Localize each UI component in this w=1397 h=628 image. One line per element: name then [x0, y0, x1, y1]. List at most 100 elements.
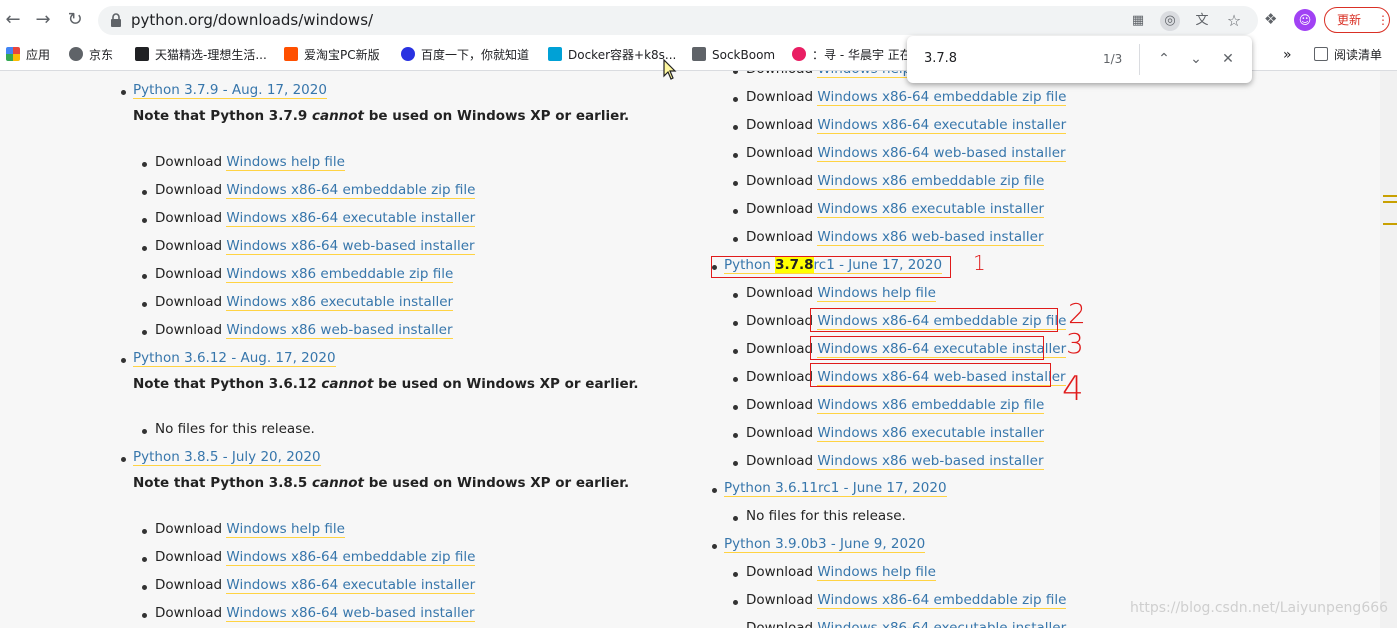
download-link[interactable]: Windows x86 web-based installer: [817, 453, 1044, 470]
release-link[interactable]: Python 3.9.0b3 - June 9, 2020: [724, 536, 926, 553]
bookmark-music[interactable]: ：寻 - 华晨宇 正在: [792, 45, 912, 65]
download-prefix: Download: [746, 173, 818, 189]
download-link[interactable]: Windows help file: [226, 154, 345, 171]
download-prefix: Download: [746, 313, 818, 329]
download-link[interactable]: Windows x86-64 embeddable zip file: [817, 89, 1067, 106]
find-next-button[interactable]: ⌄: [1185, 48, 1207, 70]
translate-icon[interactable]: 文: [1192, 11, 1212, 31]
download-link[interactable]: Windows x86 web-based installer: [226, 322, 453, 339]
annotation-number: 3: [1066, 327, 1084, 360]
download-prefix: Download: [746, 564, 818, 580]
find-previous-button[interactable]: ⌃: [1153, 48, 1175, 70]
bookmark-docker[interactable]: Docker容器+k8s...: [548, 45, 676, 65]
release-title: Python 3.9.0b3 - June 9, 2020: [711, 536, 926, 553]
release-link[interactable]: Python 3.7.9 - Aug. 17, 2020: [133, 82, 327, 99]
bookmark-sockboom[interactable]: SockBoom: [692, 45, 775, 65]
find-match-count: 1/3: [1103, 52, 1123, 66]
apps-grid-icon: [6, 47, 20, 61]
note-text: Note that Python 3.6.12: [133, 376, 322, 392]
download-prefix: Download: [746, 117, 818, 133]
download-link[interactable]: Windows x86-64 executable installer: [226, 577, 476, 594]
download-item: Download Windows x86 executable installe…: [732, 425, 1045, 442]
download-prefix: Download: [746, 620, 818, 628]
download-prefix: Download: [155, 322, 227, 338]
bookmark-star-icon[interactable]: ☆: [1224, 11, 1244, 31]
release-link[interactable]: Python 3.8.5 - July 20, 2020: [133, 449, 321, 466]
qr-code-icon[interactable]: ▦: [1128, 11, 1148, 31]
download-link[interactable]: Windows x86-64 web-based installer: [817, 145, 1066, 162]
note-emphasis: cannot: [321, 376, 374, 392]
download-prefix: Download: [746, 369, 818, 385]
bookmark-apps[interactable]: 应用: [6, 45, 50, 65]
find-in-page-icon[interactable]: ◎: [1160, 11, 1180, 31]
release-link[interactable]: Python 3.6.11rc1 - June 17, 2020: [724, 480, 947, 497]
annotation-box-1: [711, 256, 951, 278]
download-link[interactable]: Windows x86-64 embeddable zip file: [226, 549, 476, 566]
download-item: Download Windows help file: [142, 521, 345, 538]
bookmark-label: Docker容器+k8s...: [568, 48, 677, 62]
download-link[interactable]: Windows x86-64 embeddable zip file: [817, 592, 1067, 609]
scrollbar-find-marker: [1383, 201, 1397, 203]
download-link[interactable]: Windows x86-64 executable installer: [817, 620, 1067, 628]
download-prefix: Download: [746, 145, 818, 161]
download-prefix: Download: [746, 285, 818, 301]
profile-avatar[interactable]: ☺: [1294, 9, 1316, 31]
more-bookmarks-button[interactable]: »: [1283, 45, 1292, 65]
download-link[interactable]: Windows help file: [817, 564, 936, 581]
lock-icon: [111, 13, 121, 27]
download-prefix: Download: [155, 266, 227, 282]
address-bar[interactable]: python.org/downloads/windows/ ▦ ◎ 文 ☆: [98, 6, 1258, 35]
download-link[interactable]: Windows x86-64 web-based installer: [226, 605, 475, 622]
download-link[interactable]: Windows x86 executable installer: [226, 294, 454, 311]
download-prefix: Download: [746, 89, 818, 105]
download-link[interactable]: Windows x86-64 executable installer: [226, 210, 476, 227]
download-prefix: Download: [746, 201, 818, 217]
find-divider: [1139, 44, 1140, 75]
download-prefix: Download: [155, 182, 227, 198]
download-prefix: Download: [746, 397, 818, 413]
bookmark-baidu[interactable]: 百度一下，你就知道: [401, 45, 529, 65]
download-item: Download Windows x86-64 embeddable zip f…: [141, 182, 476, 199]
reload-button[interactable]: ↻: [63, 8, 87, 32]
update-button[interactable]: 更新 ⋮: [1324, 7, 1390, 33]
forward-button[interactable]: →: [31, 8, 55, 32]
more-menu-icon: ⋮: [1377, 13, 1389, 27]
bookmark-label: 应用: [26, 48, 51, 62]
back-button[interactable]: ←: [1, 8, 25, 32]
download-item: Download Windows x86-64 executable insta…: [746, 620, 1067, 628]
download-prefix: Download: [746, 71, 817, 77]
download-link[interactable]: Windows x86 executable installer: [817, 425, 1045, 442]
download-link[interactable]: Windows x86 web-based installer: [817, 229, 1044, 246]
download-link[interactable]: Windows x86-64 web-based installer: [226, 238, 475, 255]
note-text: be used on Windows XP or earlier.: [364, 108, 630, 124]
download-link[interactable]: Windows x86 embeddable zip file: [817, 397, 1045, 414]
download-link[interactable]: Windows x86 embeddable zip file: [226, 266, 454, 283]
download-prefix: Download: [746, 592, 818, 608]
bookmark-label: SockBoom: [712, 48, 776, 62]
download-link[interactable]: Windows x86 executable installer: [817, 201, 1045, 218]
find-input[interactable]: 3.7.8: [924, 51, 957, 66]
release-link[interactable]: Python 3.6.12 - Aug. 17, 2020: [133, 350, 336, 367]
find-close-button[interactable]: ✕: [1217, 48, 1239, 70]
bookmark-jd[interactable]: 京东: [69, 45, 113, 65]
download-item: Download Windows x86 executable installe…: [141, 294, 454, 311]
download-prefix: Download: [746, 229, 818, 245]
reading-list-button[interactable]: 阅读清单: [1314, 45, 1382, 65]
download-item: Download Windows help file: [733, 564, 936, 581]
bookmark-taobao[interactable]: 爱淘宝PC新版: [284, 45, 380, 65]
extensions-icon[interactable]: ❖: [1264, 10, 1284, 30]
download-link[interactable]: Windows help file: [817, 285, 936, 302]
download-link[interactable]: Windows x86-64 embeddable zip file: [226, 182, 476, 199]
download-link[interactable]: Windows x86-64 executable installer: [817, 117, 1067, 134]
page-scrollbar[interactable]: [1380, 71, 1397, 628]
download-link[interactable]: Windows x86 embeddable zip file: [817, 173, 1045, 190]
download-item: Download Windows x86-64 executable insta…: [732, 117, 1067, 134]
url-text[interactable]: python.org/downloads/windows/: [131, 11, 373, 29]
download-link[interactable]: Windows help file: [226, 521, 345, 538]
note-emphasis: cannot: [311, 108, 365, 124]
note-text: Note that Python 3.7.9: [133, 108, 312, 124]
release-note: Note that Python 3.6.12 cannot be used o…: [133, 376, 638, 392]
bookmark-tmall[interactable]: 天猫精选-理想生活...: [135, 45, 267, 65]
annotation-number: 1: [973, 251, 986, 275]
annotation-box-3: [810, 336, 1044, 360]
